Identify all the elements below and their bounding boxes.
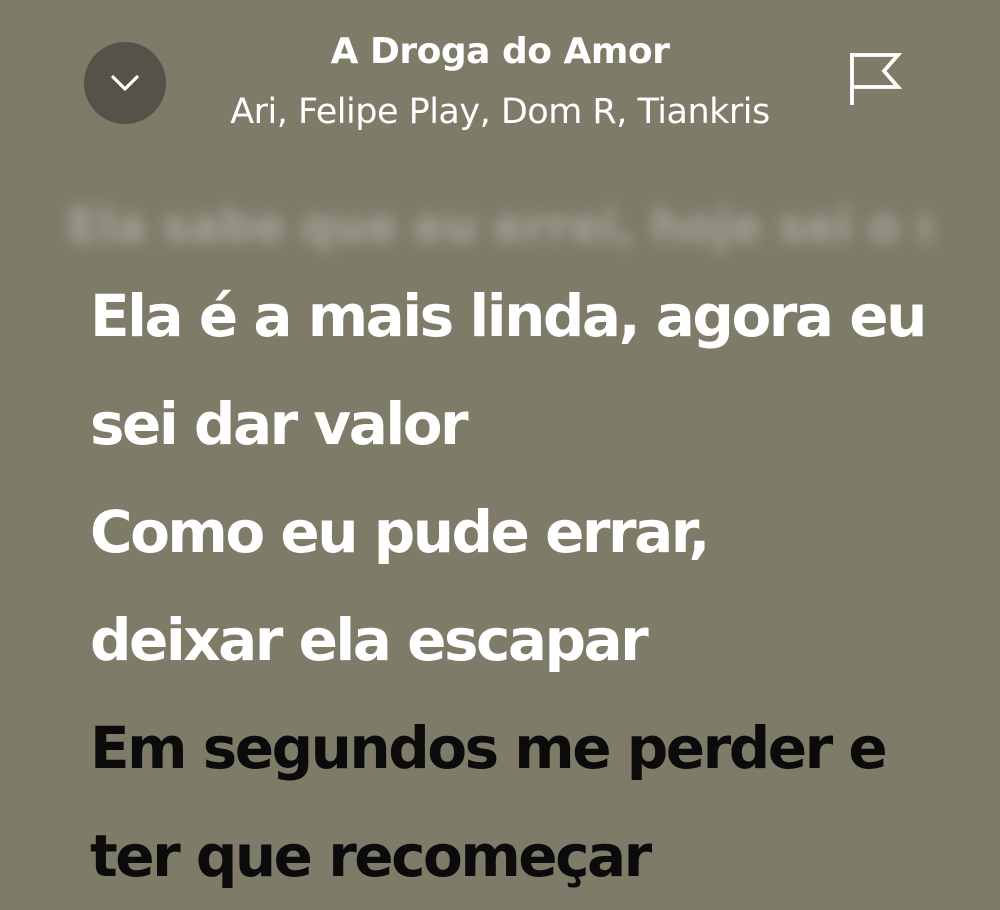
lyric-line: Como eu pude errar, (90, 498, 710, 566)
previous-lyric-line: Ela sabe que eu errei, hoje sei o seu va… (68, 199, 932, 253)
lyric-line: deixar ela escapar (90, 606, 649, 674)
report-lyrics-button[interactable] (840, 44, 910, 114)
player-header: A Droga do Amor Ari, Felipe Play, Dom R,… (0, 0, 1000, 150)
lyric-line: Ela é a mais linda, agora eu (90, 282, 927, 350)
lyrics-container: Ela é a mais linda, agora eu sei dar val… (90, 262, 950, 910)
lyric-line: ter que recomeçar (90, 822, 652, 890)
lyric-line: sei dar valor (90, 390, 469, 458)
flag-icon (846, 47, 904, 111)
lyric-line: Em segundos me perder e (90, 714, 888, 782)
